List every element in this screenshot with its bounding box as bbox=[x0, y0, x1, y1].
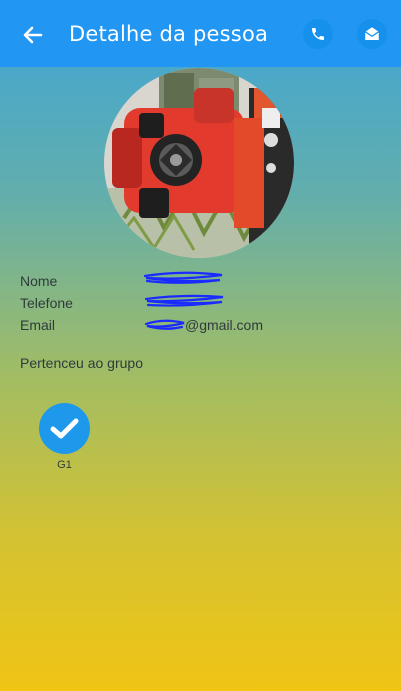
name-label: Nome bbox=[20, 273, 58, 289]
group-label: G1 bbox=[57, 459, 72, 471]
envelope-icon bbox=[364, 27, 380, 40]
group-item-g1[interactable] bbox=[39, 403, 90, 454]
back-button[interactable] bbox=[20, 22, 46, 48]
phone-redaction bbox=[144, 294, 224, 307]
name-redaction bbox=[143, 271, 223, 284]
app-bar: Detalhe da pessoa bbox=[0, 0, 401, 67]
email-redaction bbox=[144, 319, 185, 330]
page-title: Detalhe da pessoa bbox=[69, 22, 269, 46]
arrow-left-icon bbox=[23, 26, 43, 44]
phone-icon bbox=[312, 28, 324, 40]
email-label: Email bbox=[20, 317, 56, 333]
email-button[interactable] bbox=[357, 19, 387, 49]
email-value: @gmail.com bbox=[185, 317, 264, 333]
call-button[interactable] bbox=[303, 19, 333, 49]
phone-label: Telefone bbox=[20, 295, 73, 311]
groups-title: Pertenceu ao grupo bbox=[20, 355, 143, 371]
profile-photo bbox=[104, 68, 294, 258]
check-icon bbox=[50, 418, 79, 439]
